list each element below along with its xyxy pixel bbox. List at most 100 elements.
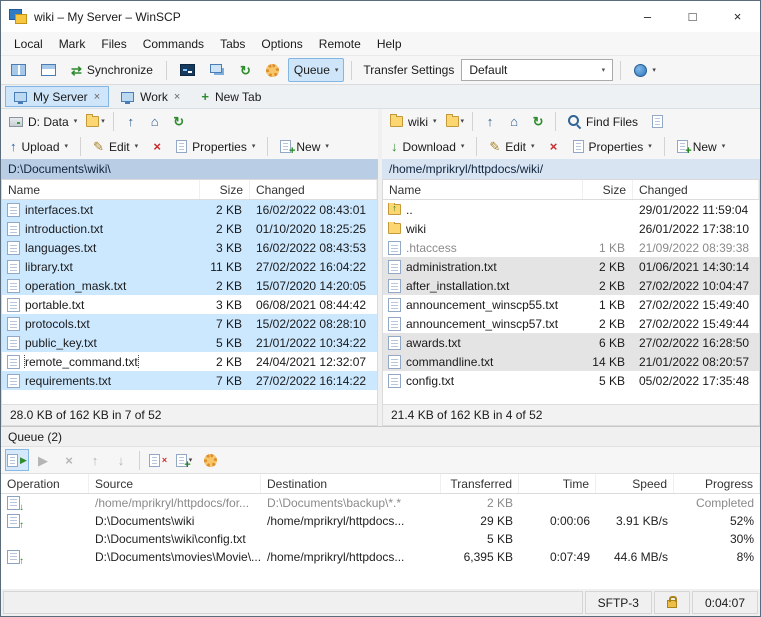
refresh-button[interactable]: ↻ bbox=[234, 58, 257, 82]
column-header-size[interactable]: Size bbox=[200, 180, 250, 199]
column-header-changed[interactable]: Changed bbox=[633, 180, 759, 199]
transfer-settings-combo[interactable]: Default ▾ bbox=[461, 59, 613, 81]
synchronize-button[interactable]: ⇄ Synchronize bbox=[65, 58, 159, 82]
menu-item[interactable]: Options bbox=[253, 32, 310, 55]
queue-move-up-button[interactable]: ↑ bbox=[83, 449, 107, 471]
file-row[interactable]: portable.txt 3 KB 06/08/2021 08:44:42 bbox=[2, 295, 377, 314]
file-row[interactable]: announcement_winscp57.txt 2 KB 27/02/202… bbox=[383, 314, 759, 333]
local-properties-button[interactable]: Properties ▾ bbox=[170, 135, 261, 159]
file-row[interactable]: languages.txt 3 KB 16/02/2022 08:43:53 bbox=[2, 238, 377, 257]
protocol-indicator[interactable]: SFTP-3 bbox=[585, 591, 652, 614]
file-row[interactable]: config.txt 5 KB 05/02/2022 17:35:48 bbox=[383, 371, 759, 390]
queue-process-button[interactable]: ▶ bbox=[5, 449, 29, 471]
file-row[interactable]: library.txt 11 KB 27/02/2022 16:04:22 bbox=[2, 257, 377, 276]
encryption-indicator[interactable] bbox=[654, 591, 690, 614]
queue-toggle-button[interactable]: Queue ▾ bbox=[288, 58, 345, 82]
local-delete-button[interactable]: × bbox=[146, 136, 168, 158]
queue-column-transferred[interactable]: Transferred bbox=[441, 474, 519, 493]
file-row[interactable]: protocols.txt 7 KB 15/02/2022 08:28:10 bbox=[2, 314, 377, 333]
menu-item[interactable]: Commands bbox=[135, 32, 212, 55]
commander-layout-button[interactable] bbox=[5, 58, 32, 82]
file-row[interactable]: requirements.txt 7 KB 27/02/2022 16:14:2… bbox=[2, 371, 377, 390]
session-tab[interactable]: Work × bbox=[112, 86, 189, 107]
maximize-button[interactable]: □ bbox=[670, 1, 715, 32]
queue-row[interactable]: /home/mprikryl/httpdocs/for... D:\Docume… bbox=[1, 494, 760, 512]
menu-item[interactable]: Tabs bbox=[212, 32, 253, 55]
session-tab[interactable]: My Server × bbox=[5, 86, 109, 107]
local-edit-button[interactable]: ✎ Edit ▾ bbox=[87, 135, 144, 159]
remote-delete-button[interactable]: × bbox=[543, 136, 565, 158]
queue-column-source[interactable]: Source bbox=[89, 474, 261, 493]
file-row[interactable]: commandline.txt 14 KB 21/01/2022 08:20:5… bbox=[383, 352, 759, 371]
file-row[interactable]: introduction.txt 2 KB 01/10/2020 18:25:2… bbox=[2, 219, 377, 238]
queue-preferences-button[interactable] bbox=[198, 449, 222, 471]
remote-edit-button[interactable]: ✎ Edit ▾ bbox=[483, 135, 540, 159]
queue-row[interactable]: D:\Documents\wiki /home/mprikryl/httpdoc… bbox=[1, 512, 760, 530]
remote-open-directory-button[interactable]: ▾ bbox=[444, 111, 467, 133]
preferences-button[interactable] bbox=[260, 58, 285, 82]
queue-column-speed[interactable]: Speed bbox=[596, 474, 674, 493]
close-tab-icon[interactable]: × bbox=[174, 91, 180, 103]
remote-new-button[interactable]: New ▾ bbox=[671, 135, 732, 159]
file-row[interactable]: .. 29/01/2022 11:59:04 bbox=[383, 200, 759, 219]
column-header-size[interactable]: Size bbox=[583, 180, 633, 199]
queue-row[interactable]: D:\Documents\wiki\config.txt 5 KB 30% bbox=[1, 530, 760, 548]
local-drive-combo[interactable]: D: Data ▾ bbox=[4, 111, 82, 132]
duplicate-session-button[interactable] bbox=[204, 58, 231, 82]
local-parent-directory-button[interactable]: ↑ bbox=[120, 111, 142, 133]
queue-column-time[interactable]: Time bbox=[519, 474, 596, 493]
remote-file-mask-button[interactable] bbox=[646, 111, 668, 133]
column-header-name[interactable]: Name bbox=[383, 180, 583, 199]
file-row[interactable]: after_installation.txt 2 KB 27/02/2022 1… bbox=[383, 276, 759, 295]
queue-column-operation[interactable]: Operation bbox=[1, 474, 89, 493]
upload-button[interactable]: ↑ Upload ▾ bbox=[4, 135, 74, 159]
local-path-bar[interactable]: D:\Documents\wiki\ bbox=[1, 159, 378, 179]
column-header-name[interactable]: Name bbox=[2, 180, 200, 199]
chevron-down-icon[interactable]: ▾ bbox=[594, 60, 612, 80]
local-open-directory-button[interactable]: ▾ bbox=[84, 111, 107, 133]
menu-item[interactable]: Help bbox=[369, 32, 410, 55]
local-new-button[interactable]: New ▾ bbox=[274, 135, 335, 159]
column-header-changed[interactable]: Changed bbox=[250, 180, 377, 199]
queue-resume-button[interactable]: ▶ bbox=[31, 449, 55, 471]
local-refresh-button[interactable]: ↻ bbox=[168, 111, 190, 133]
queue-delete-all-done-button[interactable]: × bbox=[146, 449, 170, 471]
queue-column-destination[interactable]: Destination bbox=[261, 474, 441, 493]
menu-item[interactable]: Local bbox=[6, 32, 51, 55]
file-row[interactable]: public_key.txt 5 KB 21/01/2022 10:34:22 bbox=[2, 333, 377, 352]
menu-item[interactable]: Mark bbox=[51, 32, 94, 55]
file-row[interactable]: remote_command.txt 2 KB 24/04/2021 12:32… bbox=[2, 352, 377, 371]
queue-delete-item-button[interactable]: × bbox=[57, 449, 81, 471]
session-generation-button[interactable]: ▾ bbox=[628, 58, 662, 82]
remote-path-bar[interactable]: /home/mprikryl/httpdocs/wiki/ bbox=[382, 159, 760, 179]
file-row[interactable]: announcement_winscp55.txt 1 KB 27/02/202… bbox=[383, 295, 759, 314]
close-button[interactable]: × bbox=[715, 1, 760, 32]
open-terminal-button[interactable] bbox=[174, 58, 201, 82]
find-files-button[interactable]: Find Files bbox=[562, 110, 644, 134]
file-row[interactable]: .htaccess 1 KB 21/09/2022 08:39:38 bbox=[383, 238, 759, 257]
new-tab-button[interactable]: + New Tab bbox=[192, 86, 270, 107]
remote-home-directory-button[interactable]: ⌂ bbox=[503, 111, 525, 133]
download-button[interactable]: ↓ Download ▾ bbox=[385, 135, 470, 159]
queue-column-progress[interactable]: Progress bbox=[674, 474, 760, 493]
queue-row[interactable]: D:\Documents\movies\Movie\... /home/mpri… bbox=[1, 548, 760, 566]
minimize-button[interactable]: – bbox=[625, 1, 670, 32]
file-row[interactable]: awards.txt 6 KB 27/02/2022 16:28:50 bbox=[383, 333, 759, 352]
local-home-directory-button[interactable]: ⌂ bbox=[144, 111, 166, 133]
file-row[interactable]: operation_mask.txt 2 KB 15/07/2020 14:20… bbox=[2, 276, 377, 295]
menu-item[interactable]: Files bbox=[93, 32, 134, 55]
queue-move-down-button[interactable]: ↓ bbox=[109, 449, 133, 471]
file-row[interactable]: interfaces.txt 2 KB 16/02/2022 08:43:01 bbox=[2, 200, 377, 219]
remote-refresh-button[interactable]: ↻ bbox=[527, 111, 549, 133]
remote-parent-directory-button[interactable]: ↑ bbox=[479, 111, 501, 133]
remote-directory-combo[interactable]: wiki ▾ bbox=[385, 111, 442, 132]
remote-properties-button[interactable]: Properties ▾ bbox=[567, 135, 658, 159]
file-row[interactable]: administration.txt 2 KB 01/06/2021 14:30… bbox=[383, 257, 759, 276]
explorer-layout-button[interactable] bbox=[35, 58, 62, 82]
queue-operations-dropdown-button[interactable]: ▾ bbox=[172, 449, 196, 471]
delete-icon: × bbox=[153, 140, 161, 153]
remote-panel: wiki ▾ ▾ ↑ ⌂ ↻ Find Files bbox=[382, 109, 760, 426]
close-tab-icon[interactable]: × bbox=[94, 91, 100, 103]
menu-item[interactable]: Remote bbox=[311, 32, 369, 55]
file-row[interactable]: wiki 26/01/2022 17:38:10 bbox=[383, 219, 759, 238]
